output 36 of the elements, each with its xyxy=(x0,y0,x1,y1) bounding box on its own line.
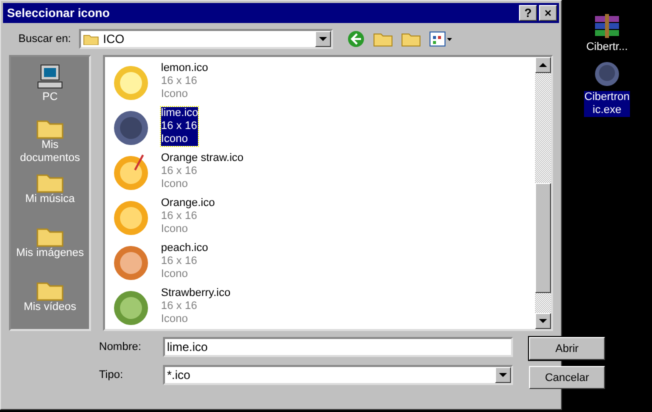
view-menu-icon[interactable] xyxy=(429,31,453,47)
fruit-icon xyxy=(111,152,151,192)
place-item[interactable]: Mis vídeos xyxy=(15,301,85,314)
type-dropdown[interactable]: *.ico xyxy=(163,365,513,385)
desktop-icon-label[interactable]: Cibertronic.exe xyxy=(584,91,630,117)
fruit-icon[interactable] xyxy=(593,60,621,88)
place-item[interactable]: PC xyxy=(15,91,85,104)
folder-icon xyxy=(83,32,99,46)
place-item[interactable]: Mis imágenes xyxy=(15,247,85,260)
look-in-dropdown[interactable]: ICO xyxy=(79,29,333,49)
name-field[interactable]: lime.ico xyxy=(163,337,513,357)
file-item[interactable]: Strawberry.ico 16 x 16 Icono xyxy=(161,287,230,326)
computer-icon xyxy=(36,63,64,91)
place-item[interactable]: Mi música xyxy=(15,193,85,206)
file-item[interactable]: lemon.ico 16 x 16 Icono xyxy=(161,62,208,101)
file-item[interactable]: peach.ico 16 x 16 Icono xyxy=(161,242,208,281)
name-label: Nombre: xyxy=(99,341,142,353)
file-item[interactable]: Orange.ico 16 x 16 Icono xyxy=(161,197,215,236)
dropdown-arrow-icon xyxy=(319,37,327,41)
cancel-button[interactable]: Cancelar xyxy=(529,366,605,389)
place-item[interactable]: Mis documentos xyxy=(15,139,85,166)
help-button[interactable]: ? xyxy=(519,5,537,21)
window-title: Seleccionar icono xyxy=(7,6,111,20)
look-in-label: Buscar en: xyxy=(17,33,71,45)
close-button[interactable]: × xyxy=(539,5,557,21)
archive-icon[interactable] xyxy=(593,14,621,38)
open-button[interactable]: Abrir xyxy=(529,337,605,360)
scroll-up-icon xyxy=(539,63,547,67)
scroll-down-icon xyxy=(539,319,547,323)
back-icon[interactable] xyxy=(347,30,365,48)
dropdown-arrow-icon xyxy=(499,373,507,377)
file-item[interactable]: lime.ico 16 x 16 Icono xyxy=(161,107,198,146)
file-item[interactable]: Orange straw.ico 16 x 16 Icono xyxy=(161,152,244,191)
type-label: Tipo: xyxy=(99,369,124,381)
desktop-icon-label[interactable]: Cibertr... xyxy=(584,41,630,54)
scrollbar[interactable] xyxy=(535,57,551,329)
